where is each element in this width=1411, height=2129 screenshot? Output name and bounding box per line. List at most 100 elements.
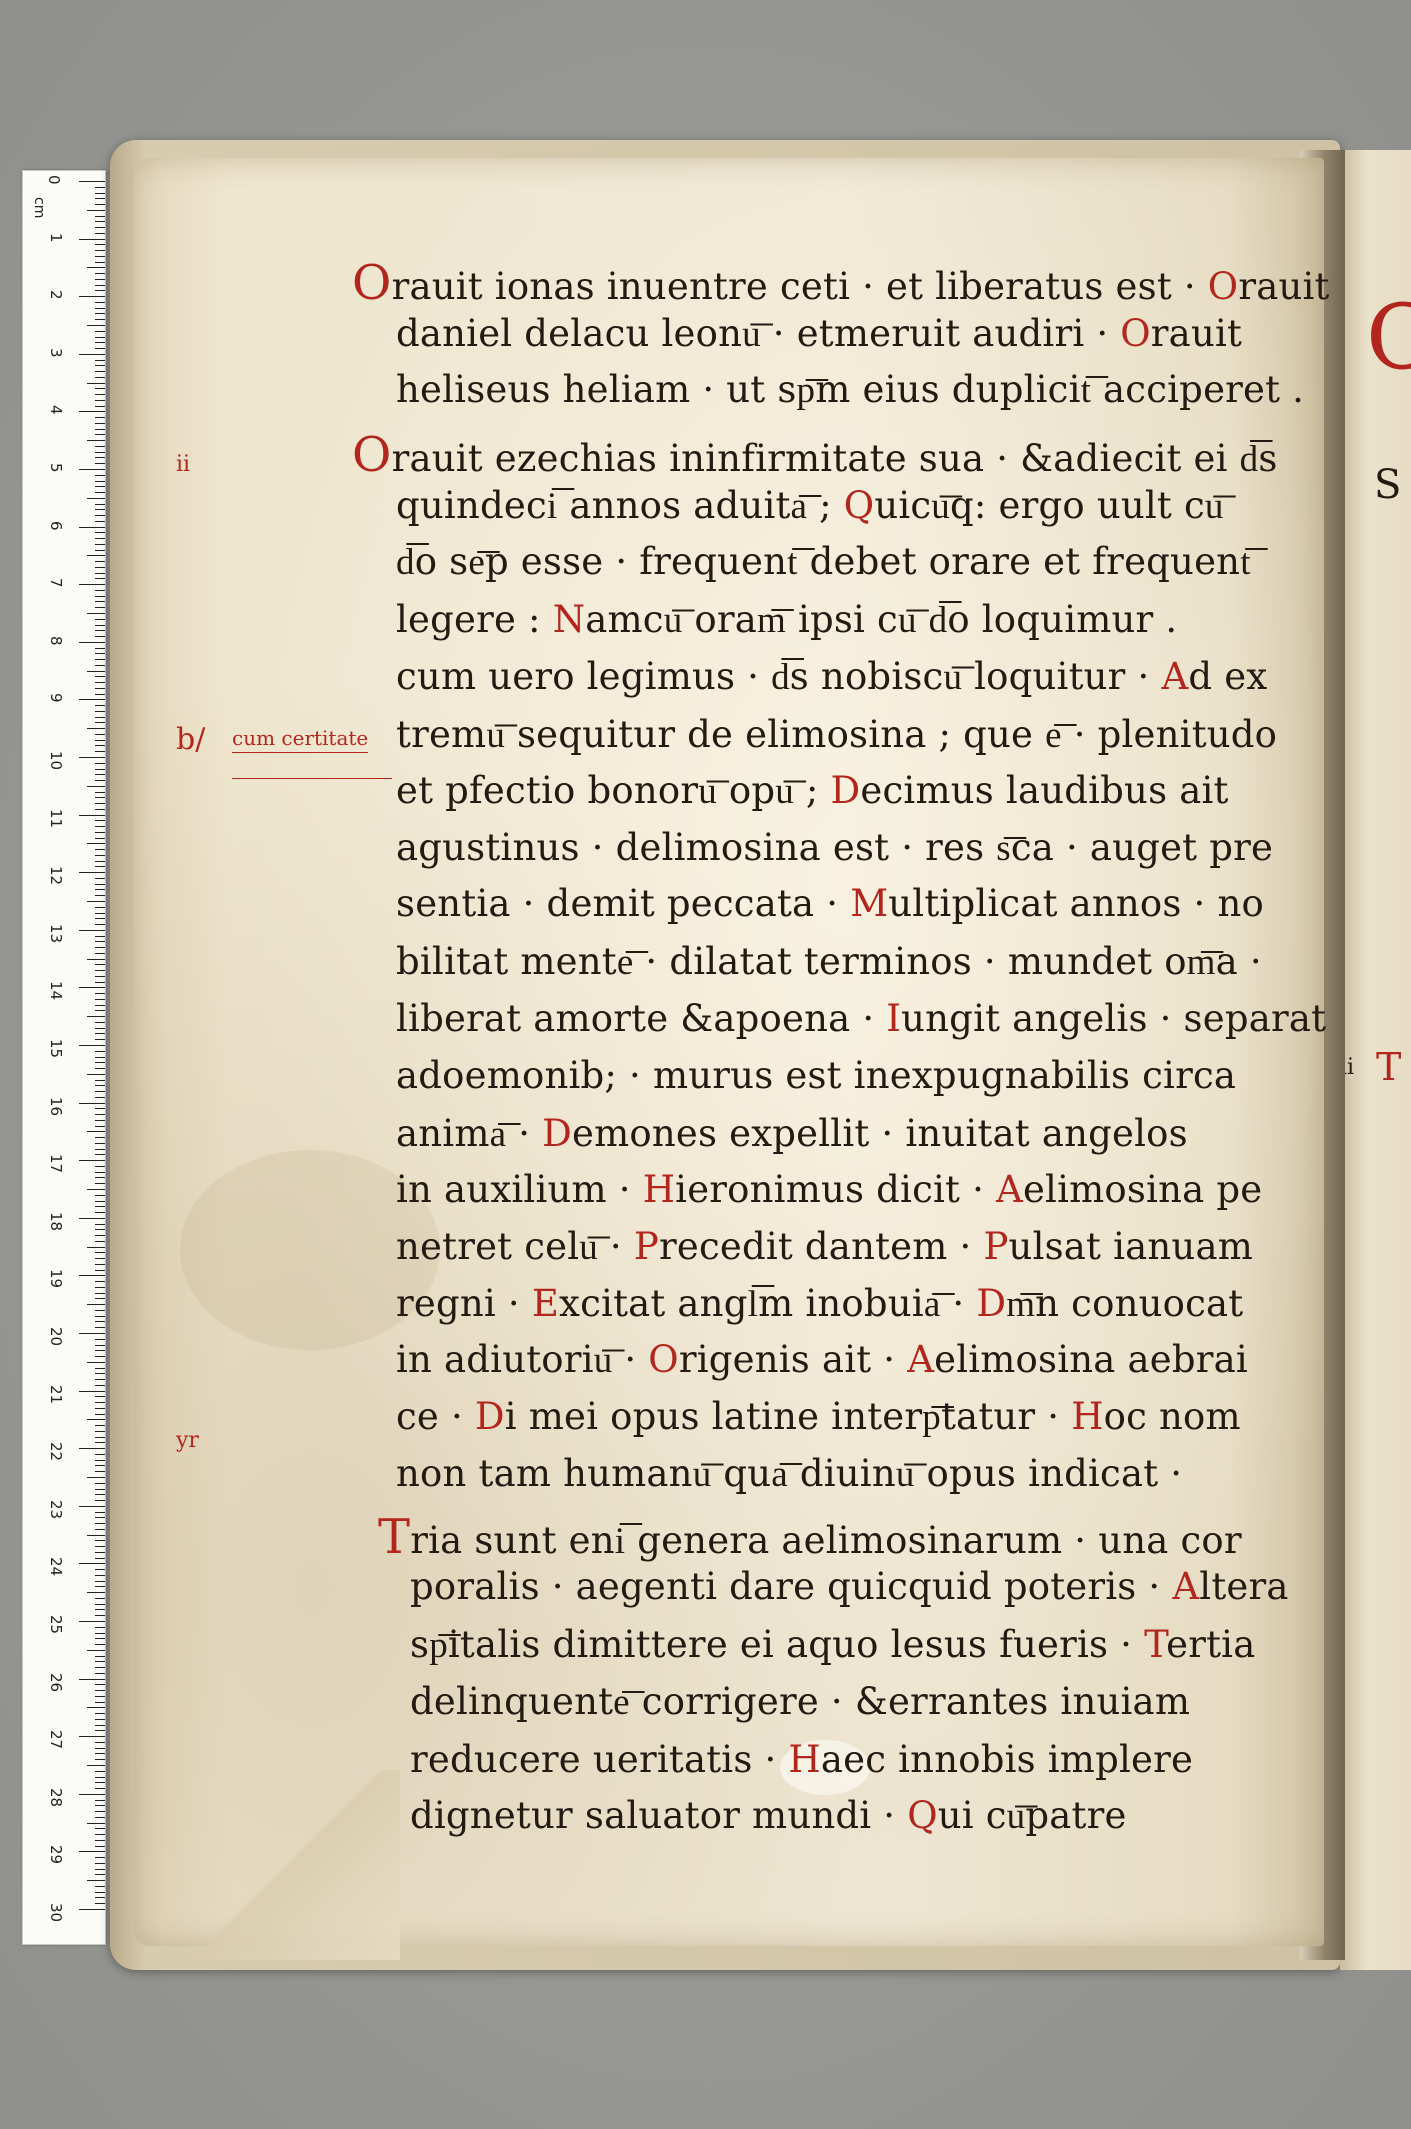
ruler-tick: [95, 1165, 105, 1167]
ruler-tick: [95, 1004, 105, 1006]
ruler-tick: [87, 1189, 105, 1190]
ruler-tick: [95, 981, 105, 983]
line-text: heliseus heliam · ut sp͞m eius duplicit͞…: [396, 368, 1305, 411]
ruler-tick: [95, 532, 105, 534]
ruler-tick: [95, 1632, 105, 1634]
ruler-tick: [95, 549, 105, 551]
rubricated-initial: P: [983, 1225, 1009, 1268]
ruler-tick: [95, 1695, 105, 1697]
manuscript-line: poralis · aegenti dare quicquid poteris …: [410, 1565, 1289, 1608]
ruler-tick: [95, 1407, 105, 1409]
ruler-tick: [95, 1540, 105, 1542]
ruler-tick: [95, 509, 105, 511]
ruler-label: 0: [45, 175, 63, 185]
line-text: i mei opus latine interp͞tatur ·: [504, 1395, 1072, 1438]
rubricated-initial: A: [907, 1338, 935, 1381]
ruler-tick: [95, 1776, 105, 1778]
ruler-tick: [79, 1736, 105, 1738]
ruler-tick: [95, 1252, 105, 1254]
ruler-label: 10: [47, 751, 65, 771]
ruler-tick: [95, 1384, 105, 1386]
ruler-tick: [95, 503, 105, 505]
ruler-tick: [95, 492, 105, 494]
ruler-tick: [95, 918, 105, 920]
ruler-label: 3: [47, 347, 65, 358]
line-text: elimosina pe: [1022, 1168, 1263, 1211]
rubricated-initial: P: [633, 1225, 659, 1268]
ruler-tick: [95, 866, 105, 868]
ruler-tick: [95, 255, 105, 257]
ruler-label: 29: [47, 1845, 65, 1865]
ruler-tick: [95, 515, 105, 517]
margin-note: b/: [176, 722, 206, 757]
ruler-tick: [95, 215, 105, 217]
line-text: netret celu͞ ·: [396, 1225, 634, 1268]
rubricated-initial: A: [1172, 1565, 1200, 1608]
ruler-tick: [95, 1298, 105, 1300]
ruler-tick: [95, 1655, 105, 1657]
line-text: sentia · demit peccata ·: [396, 882, 851, 925]
ruler-tick: [95, 1574, 105, 1576]
line-text: sp͞italis dimittere ei aquo lesus fueris…: [410, 1623, 1145, 1666]
line-text: ertia: [1166, 1623, 1256, 1666]
ruler-tick: [79, 872, 105, 874]
ruler-tick: [95, 538, 105, 540]
ruler-tick: [95, 1868, 105, 1870]
ruler-tick: [79, 181, 105, 182]
ruler-tick: [95, 566, 105, 568]
ruler-tick: [95, 572, 105, 574]
rubricated-initial: D: [830, 769, 861, 812]
ruler-tick: [79, 1678, 105, 1680]
ruler-tick: [95, 1309, 105, 1311]
line-text: daniel delacu leonu͞ · etmeruit audiri ·: [396, 312, 1121, 355]
ruler-tick: [95, 204, 105, 206]
ruler-tick: [95, 186, 105, 188]
rubricated-initial: Q: [907, 1794, 938, 1837]
line-text: ulsat ianuam: [1008, 1225, 1253, 1268]
ruler-tick: [95, 1396, 105, 1398]
ruler-tick: [79, 584, 105, 586]
margin-note: ii: [176, 452, 191, 477]
ruler-tick: [95, 1177, 105, 1179]
ruler-tick: [95, 1672, 105, 1674]
manuscript-line: cum uero legimus · d͞s nobiscu͞ loquitur…: [396, 655, 1267, 699]
margin-note-cum-certitate: cum certitate: [232, 726, 369, 753]
ruler-tick: [87, 1073, 105, 1075]
ruler-tick: [95, 1327, 105, 1329]
line-text: d͞o se͞p esse · frequent͞ debet orare et…: [396, 540, 1251, 583]
line-text: cum uero legimus · d͞s nobiscu͞ loquitur…: [396, 655, 1162, 698]
manuscript-line: dignetur saluator mundi · Qui cu͞patre: [410, 1794, 1127, 1838]
ruler-tick: [95, 1626, 105, 1628]
ruler-tick: [87, 1016, 105, 1018]
ruler-label: 17: [47, 1154, 65, 1174]
ruler-tick: [95, 1528, 105, 1530]
ruler-tick: [95, 1108, 105, 1110]
ruler-tick: [95, 1834, 105, 1836]
ruler-tick: [95, 1730, 105, 1732]
ruler-tick: [95, 290, 105, 292]
line-text: regni ·: [396, 1282, 532, 1325]
manuscript-line: netret celu͞ · Precedit dantem · Pulsat …: [396, 1225, 1253, 1269]
ruler-tick: [95, 952, 105, 954]
ruler-tick: [95, 457, 105, 459]
ruler-tick: [95, 935, 105, 937]
ruler-tick: [95, 1430, 105, 1432]
ruler-label: 4: [47, 405, 65, 415]
ruler-tick: [95, 1085, 105, 1087]
ruler-label: 12: [47, 866, 65, 886]
ruler-tick: [95, 1338, 105, 1340]
ruler-tick: [95, 1862, 105, 1864]
ruler-label: 18: [47, 1211, 65, 1231]
ruler-tick: [95, 906, 105, 908]
ruler-tick: [95, 1753, 105, 1755]
ruler-tick: [95, 313, 105, 315]
line-text: ltera: [1199, 1565, 1289, 1608]
ruler-tick: [95, 618, 105, 620]
line-text: elimosina aebrai: [934, 1338, 1248, 1381]
ruler-tick: [95, 1857, 105, 1859]
ruler-tick: [95, 941, 105, 943]
ruler-tick: [95, 1747, 105, 1749]
ruler-tick: [87, 497, 105, 499]
line-text: ce ·: [396, 1395, 475, 1438]
ruler-tick: [95, 1269, 105, 1271]
